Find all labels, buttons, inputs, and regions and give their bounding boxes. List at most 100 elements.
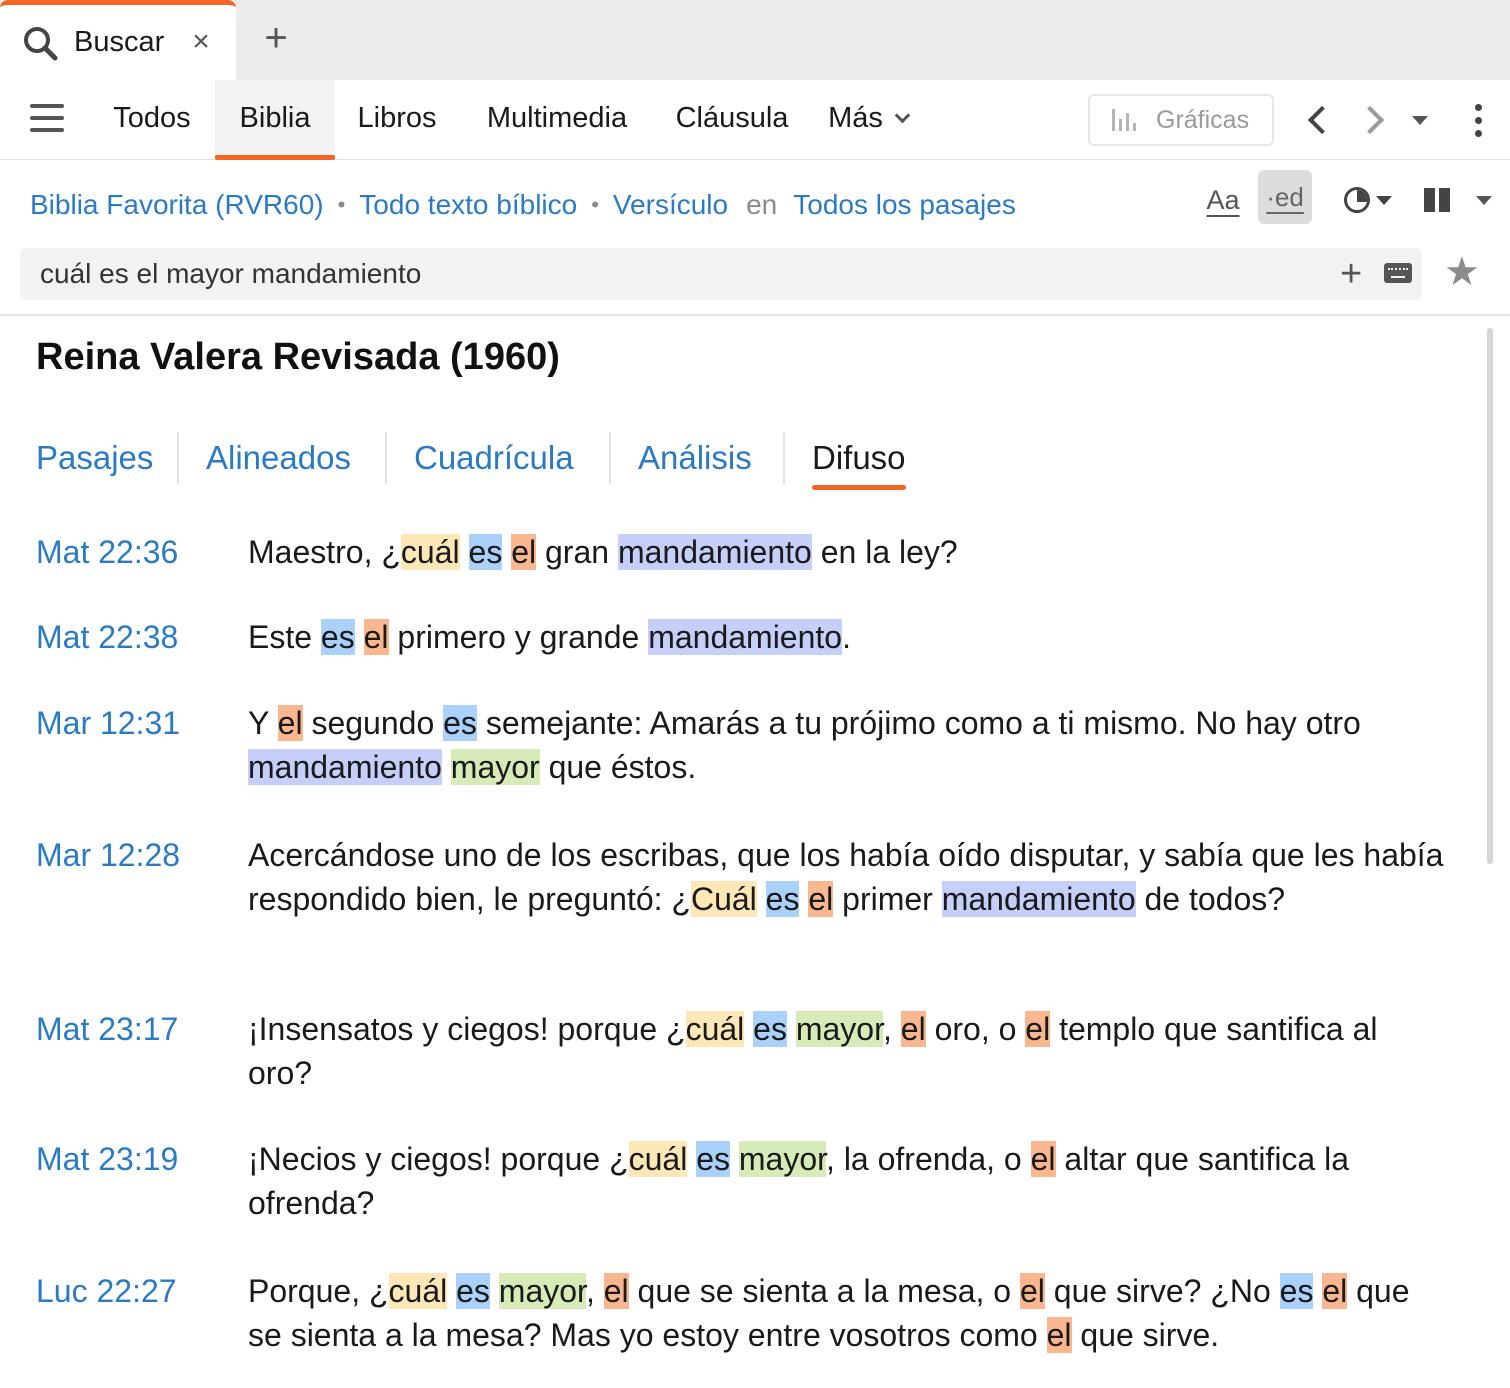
verse-text: Maestro, ¿cuál es el gran mandamiento en…: [248, 534, 958, 570]
search-hit-highlight: cuál: [388, 1273, 448, 1309]
search-hit-highlight: el: [1030, 1141, 1056, 1177]
dropdown-triangle-icon: [1476, 195, 1492, 205]
layout-button[interactable]: [1418, 176, 1498, 224]
verse-reference[interactable]: Luc 22:27: [36, 1269, 177, 1313]
view-tab-difuso[interactable]: Difuso: [812, 428, 906, 490]
nav-bar: Todos Biblia Libros Multimedia Cláusula …: [0, 80, 1510, 160]
search-hit-highlight: mayor: [498, 1273, 586, 1309]
scope-in-word: en: [746, 189, 778, 220]
verse-text: Y el segundo es semejante: Amarás a tu p…: [248, 705, 1361, 785]
search-hit-highlight: el: [1322, 1273, 1348, 1309]
search-hit-highlight: es: [443, 705, 477, 741]
search-input[interactable]: [40, 248, 1330, 300]
kebab-dot-icon: [1474, 103, 1482, 111]
search-hit-highlight: el: [603, 1273, 629, 1309]
verse-text: Porque, ¿cuál es mayor, el que se sienta…: [248, 1273, 1410, 1353]
kebab-dot-icon: [1474, 116, 1482, 124]
verse-text: Este es el primero y grande mandamiento.: [248, 619, 851, 655]
bar-chart-icon: [1112, 109, 1140, 131]
view-tab-separator: [609, 432, 611, 484]
search-hit-highlight: mandamiento: [248, 749, 442, 785]
search-hit-highlight: mandamiento: [617, 534, 812, 570]
view-tab-analisis[interactable]: Análisis: [638, 428, 752, 488]
tab-buscar[interactable]: Buscar ×: [0, 0, 236, 80]
verse-reference[interactable]: Mat 22:38: [36, 615, 178, 659]
columns-icon: [1424, 188, 1454, 212]
tab-multimedia[interactable]: Multimedia: [470, 80, 644, 160]
forward-button[interactable]: [1354, 100, 1394, 140]
back-button[interactable]: [1298, 100, 1338, 140]
font-size-button[interactable]: Aa: [1204, 176, 1242, 224]
search-hit-highlight: mayor: [795, 1011, 883, 1047]
kebab-dot-icon: [1474, 129, 1482, 137]
add-icon[interactable]: +: [1340, 255, 1362, 293]
stemming-toggle[interactable]: ·ed: [1258, 170, 1312, 224]
theme-button[interactable]: [1340, 176, 1396, 224]
history-dropdown[interactable]: [1400, 100, 1440, 140]
theme-icon: [1344, 187, 1370, 213]
new-tab-button[interactable]: +: [258, 16, 294, 60]
tab-mas[interactable]: Más: [818, 80, 918, 160]
search-hit-highlight: mandamiento: [941, 881, 1136, 917]
tab-todos[interactable]: Todos: [98, 80, 206, 160]
view-tab-pasajes[interactable]: Pasajes: [36, 428, 153, 488]
search-hit-highlight: el: [900, 1011, 926, 1047]
view-tab-cuadricula[interactable]: Cuadrícula: [414, 428, 574, 488]
search-hit-highlight: cuál: [685, 1011, 745, 1047]
verse-reference[interactable]: Mat 22:36: [36, 530, 178, 574]
search-hit-highlight: el: [277, 705, 303, 741]
search-hit-highlight: es: [320, 619, 355, 655]
search-hit-highlight: cuál: [628, 1141, 688, 1177]
search-hit-highlight: mayor: [450, 749, 540, 785]
star-icon[interactable]: ★: [1444, 250, 1480, 294]
tab-biblia[interactable]: Biblia: [215, 80, 335, 160]
verse-reference[interactable]: Mar 12:28: [36, 833, 180, 877]
search-hit-highlight: es: [765, 881, 800, 917]
search-hit-highlight: es: [696, 1141, 730, 1177]
tab-clausula[interactable]: Cláusula: [662, 80, 802, 160]
search-box: +: [20, 248, 1422, 300]
separator-dot: •: [591, 192, 599, 217]
graficas-button[interactable]: Gráficas: [1088, 94, 1274, 146]
graficas-label: Gráficas: [1156, 105, 1250, 134]
search-hit-highlight: el: [1025, 1011, 1051, 1047]
search-hit-highlight: es: [456, 1273, 490, 1309]
verse-reference[interactable]: Mat 23:17: [36, 1007, 178, 1051]
divider: [0, 314, 1510, 316]
chevron-left-icon: [1307, 105, 1337, 135]
page-title: Reina Valera Revisada (1960): [36, 336, 560, 378]
tab-label: Buscar: [74, 26, 165, 58]
search-hit-highlight: es: [468, 534, 503, 570]
verse-text: ¡Necios y ciegos! porque ¿cuál es mayor,…: [248, 1141, 1350, 1221]
view-tab-separator: [177, 432, 179, 484]
bible-selector[interactable]: Biblia Favorita (RVR60): [30, 189, 324, 221]
verse-text: Acercándose uno de los escribas, que los…: [248, 837, 1444, 917]
verse-reference[interactable]: Mar 12:31: [36, 701, 180, 745]
dropdown-triangle-icon: [1376, 195, 1392, 205]
range-selector[interactable]: Todo texto bíblico: [359, 189, 577, 221]
search-hit-highlight: el: [363, 619, 389, 655]
search-hit-highlight: el: [1019, 1273, 1045, 1309]
chevron-right-icon: [1355, 105, 1385, 135]
view-tab-separator: [385, 432, 387, 484]
close-icon[interactable]: ×: [186, 25, 216, 59]
scrollbar[interactable]: [1487, 328, 1493, 864]
keyboard-icon[interactable]: [1384, 263, 1412, 283]
verse-reference[interactable]: Mat 23:19: [36, 1137, 178, 1181]
tab-strip: Buscar × +: [0, 0, 1510, 80]
search-hit-highlight: es: [753, 1011, 787, 1047]
search-hit-highlight: es: [1279, 1273, 1314, 1309]
chevron-down-icon: [894, 107, 911, 124]
unit-selector[interactable]: Versículo: [613, 189, 728, 221]
tab-mas-label: Más: [828, 102, 883, 134]
view-tab-alineados[interactable]: Alineados: [206, 428, 351, 488]
more-menu[interactable]: [1458, 100, 1498, 140]
tab-libros[interactable]: Libros: [342, 80, 452, 160]
dropdown-triangle-icon: [1412, 115, 1428, 125]
search-icon: [24, 26, 58, 60]
search-hit-highlight: el: [511, 534, 537, 570]
menu-icon[interactable]: [30, 104, 64, 134]
search-hit-highlight: mandamiento: [648, 619, 843, 655]
passages-selector[interactable]: Todos los pasajes: [793, 189, 1016, 221]
search-hit-highlight: el: [1046, 1317, 1072, 1353]
